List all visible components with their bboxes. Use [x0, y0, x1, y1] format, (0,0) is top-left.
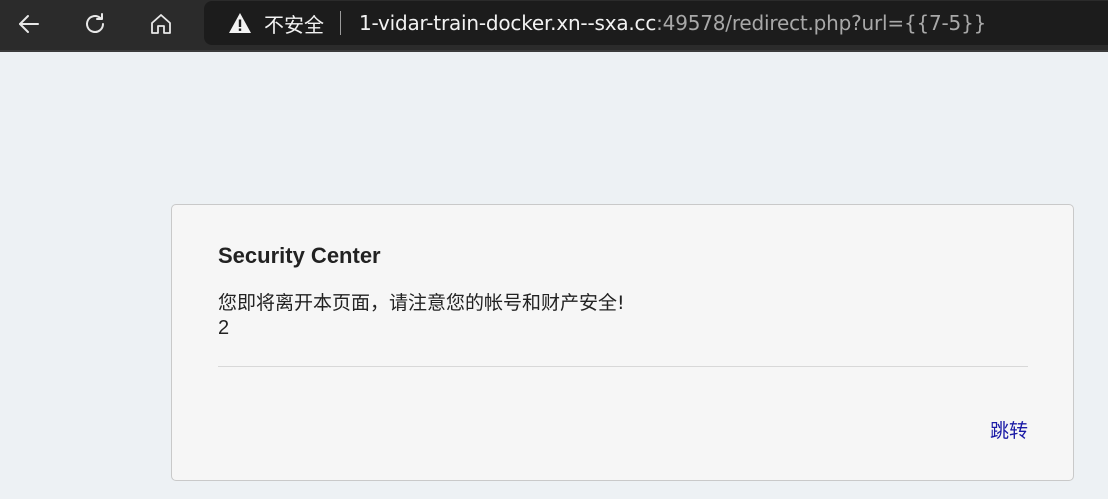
insecure-label[interactable]: 不安全: [264, 9, 324, 38]
home-button[interactable]: [141, 6, 181, 42]
warning-icon[interactable]: [228, 12, 252, 34]
result-value: 2: [218, 317, 230, 339]
card-title: Security Center: [218, 243, 381, 268]
reload-button[interactable]: [75, 6, 115, 42]
card-divider: [218, 366, 1028, 367]
back-button[interactable]: [9, 6, 49, 42]
redirect-link[interactable]: 跳转: [990, 416, 1028, 443]
url-host[interactable]: 1-vidar-train-docker.xn--sxa.cc: [359, 11, 656, 35]
security-card: Security Center 您即将离开本页面，请注意您的帐号和财产安全! 2…: [171, 204, 1074, 481]
back-arrow-icon: [19, 15, 39, 33]
reload-icon: [86, 13, 104, 33]
address-bar[interactable]: 不安全 1-vidar-train-docker.xn--sxa.cc:4957…: [204, 1, 1108, 45]
home-icon: [151, 14, 171, 34]
address-divider: [340, 11, 341, 35]
url-path[interactable]: :49578/redirect.php?url={{7-5}}: [656, 11, 986, 35]
warning-message: 您即将离开本页面，请注意您的帐号和财产安全!: [218, 292, 625, 314]
browser-toolbar: 不安全 1-vidar-train-docker.xn--sxa.cc:4957…: [0, 0, 1108, 52]
